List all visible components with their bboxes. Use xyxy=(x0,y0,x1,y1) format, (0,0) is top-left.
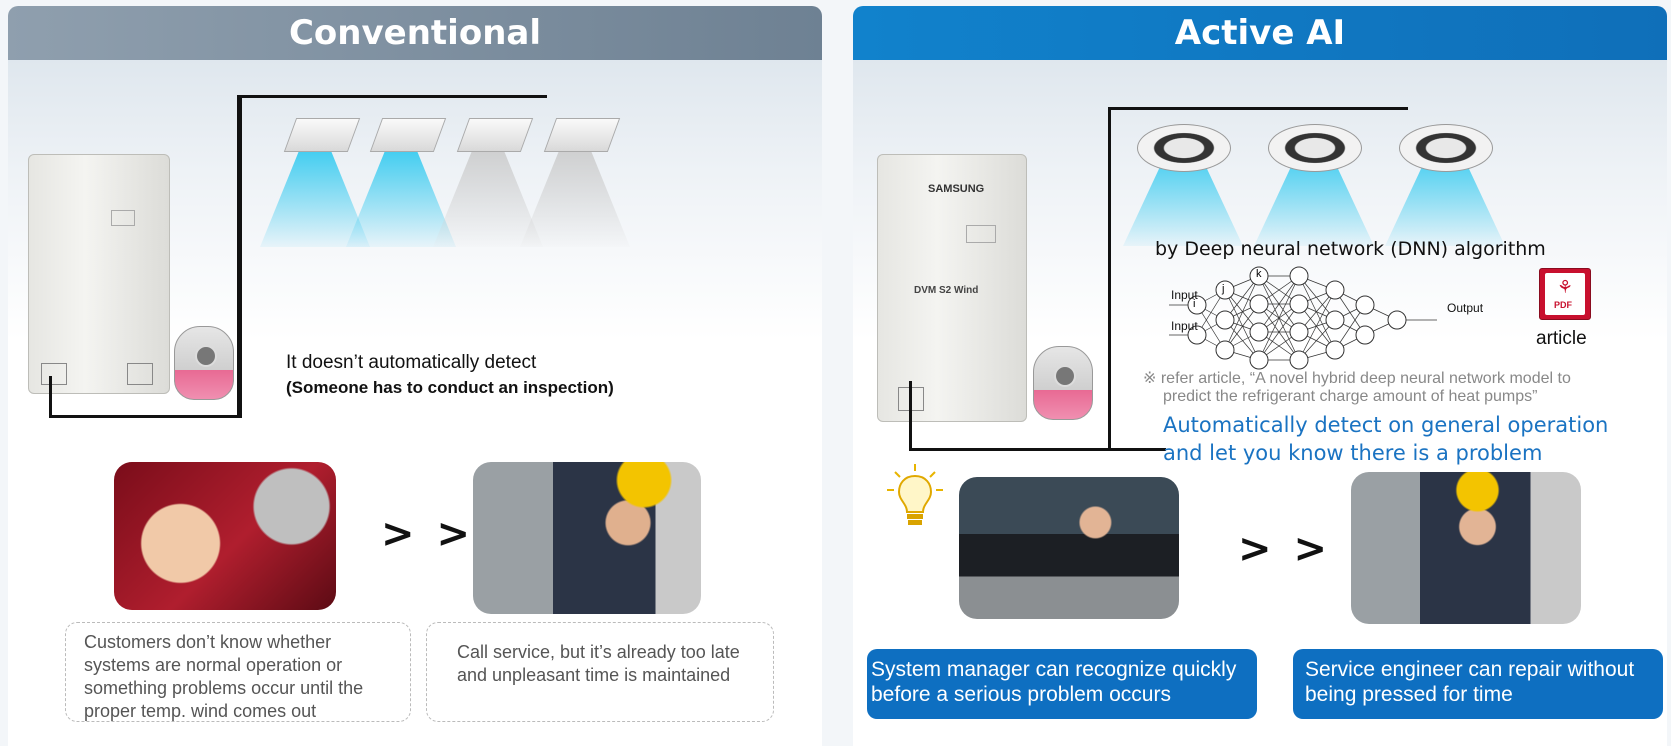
system-manager-box: System manager can recognize quickly bef… xyxy=(867,649,1257,719)
service-technician-photo xyxy=(473,462,701,614)
reference-line-2: predict the refrigerant charge amount of… xyxy=(1163,388,1538,405)
indoor-duct-unit xyxy=(543,118,621,152)
lightbulb-icon xyxy=(887,464,943,525)
dnn-title: by Deep neural network (DNN) algorithm xyxy=(1155,238,1546,260)
service-caption: Call service, but it’s already too late … xyxy=(426,622,774,722)
auto-detect-line-2: and let you know there is a problem xyxy=(1163,441,1543,465)
auto-detect-line-1: Automatically detect on general operatio… xyxy=(1163,413,1609,437)
service-engineer-box: Service engineer can repair without bein… xyxy=(1293,649,1663,719)
input-label-1: Input xyxy=(1171,288,1198,302)
pdf-acrobat-glyph: ⚘ xyxy=(1557,277,1574,297)
active-ai-header: Active AI xyxy=(853,6,1667,60)
system-manager-photo xyxy=(959,477,1179,619)
output-label: Output xyxy=(1447,301,1484,315)
customers-caption: Customers don’t know whether systems are… xyxy=(65,622,411,722)
indoor-duct-unit xyxy=(283,118,361,152)
refrigerant-tank xyxy=(1033,346,1093,420)
reference-line-1: ※ refer article, “A novel hybrid deep ne… xyxy=(1143,370,1571,387)
model-label: DVM S2 Wind xyxy=(914,285,979,296)
node-label-j: j xyxy=(1222,283,1225,295)
neural-network-diagram xyxy=(1169,266,1437,370)
indoor-duct-unit xyxy=(369,118,447,152)
child-fan-photo xyxy=(114,462,336,610)
inspection-text: (Someone has to conduct an inspection) xyxy=(286,378,614,397)
article-link[interactable]: article xyxy=(1536,328,1587,350)
cassette-unit xyxy=(1137,124,1231,172)
network-nodes xyxy=(1187,266,1407,370)
active-ai-panel: Active AI SAMSUNG DVM S2 Wind by Deep ne… xyxy=(853,6,1667,746)
progression-arrow: > > xyxy=(381,511,474,557)
refrigerant-pipe xyxy=(49,95,242,418)
conventional-panel: Conventional It doesn’t automatically de… xyxy=(8,6,822,746)
node-label-k: k xyxy=(1256,268,1262,280)
samsung-outdoor-unit: SAMSUNG DVM S2 Wind xyxy=(877,154,1027,422)
indoor-duct-unit xyxy=(456,118,534,152)
detect-text: It doesn’t automatically detect xyxy=(286,352,537,373)
pdf-label: PDF xyxy=(1554,300,1572,310)
pdf-icon[interactable]: ⚘ PDF xyxy=(1539,268,1591,320)
cassette-unit xyxy=(1268,124,1362,172)
conventional-header: Conventional xyxy=(8,6,822,60)
cassette-unit xyxy=(1399,124,1493,172)
input-label-2: Input xyxy=(1171,319,1198,333)
brand-label: SAMSUNG xyxy=(928,183,985,195)
service-engineer-photo xyxy=(1351,472,1581,624)
progression-arrow: > > xyxy=(1238,526,1331,572)
